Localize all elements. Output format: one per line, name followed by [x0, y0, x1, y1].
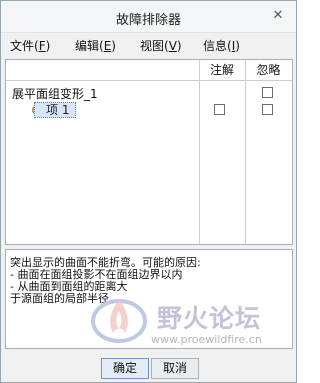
ignore-checkbox[interactable]: [262, 87, 273, 98]
ignore-checkbox[interactable]: [262, 104, 273, 115]
column-header-ignore[interactable]: 忽略: [245, 60, 292, 80]
menu-info[interactable]: 信息(I): [203, 37, 240, 54]
troubleshooter-window: 故障排除器 ✕ 文件(F) 编辑(E) 视图(V) 信息(I) 注解 忽略 展平…: [0, 0, 297, 383]
note-checkbox[interactable]: [214, 104, 225, 115]
menu-view[interactable]: 视图(V): [140, 37, 182, 54]
tree-row-item[interactable]: 项 1: [34, 102, 76, 118]
title-bar: 故障排除器 ✕: [1, 1, 296, 33]
column-divider[interactable]: [245, 60, 246, 244]
header-divider: [6, 80, 292, 81]
watermark-url: www.proewildfire.cn: [151, 333, 262, 346]
column-header-note[interactable]: 注解: [199, 60, 245, 80]
cancel-button[interactable]: 取消: [151, 358, 199, 379]
watermark-text: 野火论坛: [157, 304, 262, 333]
menu-view-label: 视图: [140, 39, 165, 53]
window-title: 故障排除器: [115, 13, 181, 28]
tree-table: 注解 忽略 展平面组变形_1 项 1: [5, 59, 293, 245]
menu-bar: 文件(F) 编辑(E) 视图(V) 信息(I): [1, 33, 296, 55]
menu-edit-accel: E: [103, 39, 112, 53]
menu-file-label: 文件: [10, 39, 35, 53]
menu-edit-label: 编辑: [75, 39, 100, 53]
tree-row-item-label: 项 1: [46, 103, 70, 117]
tree-row-feature[interactable]: 展平面组变形_1: [12, 85, 98, 102]
menu-view-accel: V: [168, 39, 177, 53]
menu-info-accel: I: [231, 39, 236, 53]
column-divider[interactable]: [199, 60, 200, 244]
menu-edit[interactable]: 编辑(E): [75, 37, 116, 54]
menu-file-accel: F: [38, 39, 46, 53]
close-icon[interactable]: ✕: [267, 5, 289, 27]
menu-info-label: 信息: [203, 39, 228, 53]
menu-file[interactable]: 文件(F): [10, 37, 50, 54]
watermark-logo: [91, 299, 147, 343]
ok-button[interactable]: 确定: [101, 358, 149, 379]
